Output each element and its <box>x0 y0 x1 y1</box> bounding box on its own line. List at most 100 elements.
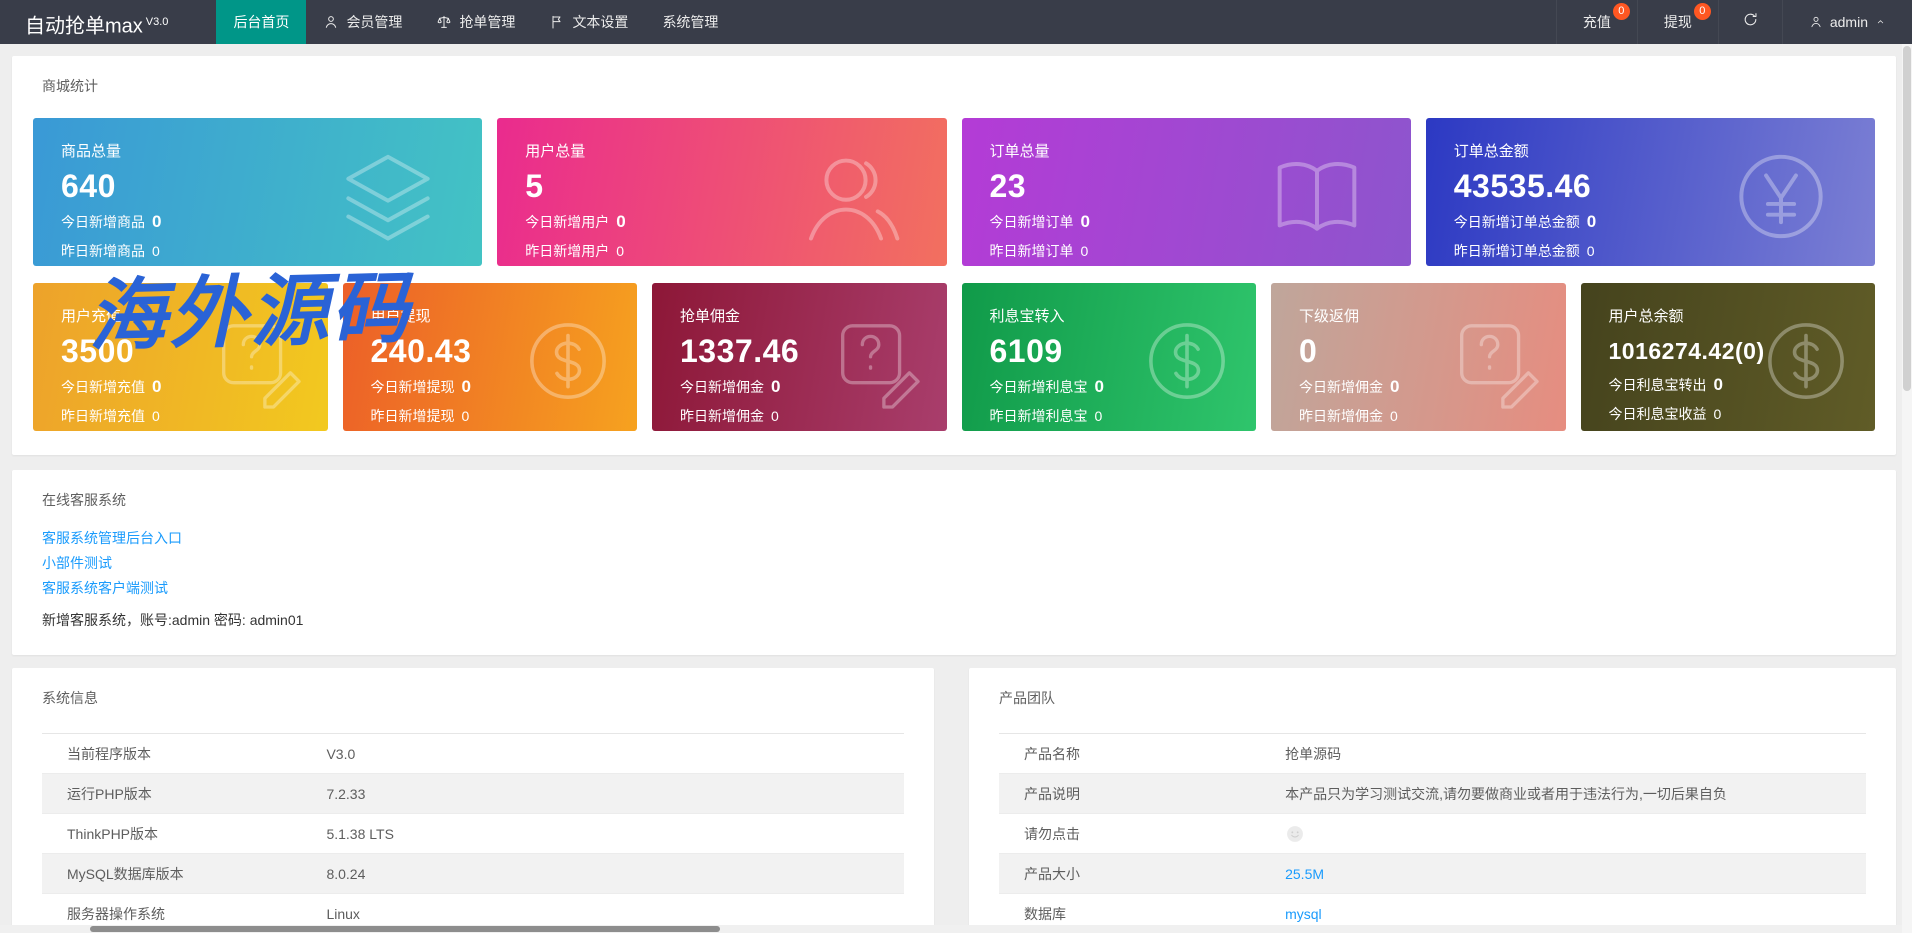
table-row: ThinkPHP版本 5.1.38 LTS <box>42 813 904 854</box>
card-today-label: 今日利息宝转出 <box>1608 377 1707 394</box>
card-yesterday-value: 0 <box>1586 242 1595 259</box>
stat-card: 商品总量 640 今日新增商品 0 昨日新增商品 0 <box>33 118 483 266</box>
nav-item-label: 抢单管理 <box>459 14 516 30</box>
stat-card: 抢单佣金 1337.46 今日新增佣金 0 昨日新增佣金 0 <box>652 283 947 431</box>
nav-menu: 后台首页 会员管理 抢单管理 文本设置 系统管理 <box>216 0 735 44</box>
nav-action-2[interactable]: 提现 0 <box>1636 0 1718 44</box>
table-row: 产品说明 本产品只为学习测试交流,请勿要做商业或者用于违法行为,一切后果自负 <box>999 773 1866 814</box>
card-yesterday-label: 昨日新增用户 <box>525 242 610 259</box>
nav-item-4[interactable]: 文本设置 <box>532 0 645 44</box>
nav-item-1[interactable]: 后台首页 <box>216 0 307 44</box>
card-yesterday-label: 昨日新增订单 <box>989 242 1074 259</box>
stat-card: 订单总金额 43535.46 今日新增订单总金额 0 昨日新增订单总金额 0 <box>1425 118 1875 266</box>
row-label: 运行PHP版本 <box>42 773 327 814</box>
yen-circle-icon <box>1725 140 1837 252</box>
service-note: 新增客服系统，账号:admin 密码: admin01 <box>42 612 304 628</box>
stat-card: 用户充值 3500 今日新增充值 0 昨日新增充值 0 <box>33 283 328 431</box>
users-icon <box>797 140 909 252</box>
row-label: 当前程序版本 <box>42 733 327 774</box>
flag-icon <box>549 14 565 30</box>
service-links: 客服系统管理后台入口 小部件测试 客服系统客户端测试 <box>42 526 1866 601</box>
dollar-circle-icon <box>517 310 619 412</box>
card-yesterday-label: 昨日新增佣金 <box>680 407 764 424</box>
user-icon <box>1809 15 1823 29</box>
app-version: V3.0 <box>145 16 169 28</box>
card-yesterday-label: 昨日新增订单总金额 <box>1453 242 1580 259</box>
card-yesterday-value: 0 <box>1390 407 1398 424</box>
emoji-icon[interactable] <box>1285 824 1305 844</box>
nav-item-5[interactable]: 系统管理 <box>645 0 735 44</box>
card-yesterday-value: 0 <box>152 407 160 424</box>
refresh-button[interactable] <box>1717 0 1782 44</box>
notification-badge: 0 <box>1693 3 1711 20</box>
card-today-label: 今日新增充值 <box>61 378 145 395</box>
row-value-link[interactable]: mysql <box>1285 906 1322 922</box>
nav-action-label: 提现 <box>1663 14 1692 30</box>
dollar-circle-icon <box>1755 310 1857 412</box>
horizontal-scrollbar-thumb[interactable] <box>90 926 720 932</box>
card-today-value: 0 <box>616 211 626 231</box>
nav-actions: 充值 0 提现 0 <box>1555 0 1718 44</box>
stats-panel: 商城统计 商品总量 640 今日新增商品 0 昨日新增商品 0 用户总量 5 今日新增用户 0 昨日… <box>12 56 1896 455</box>
horizontal-scrollbar[interactable] <box>0 925 1902 933</box>
stats-panel-title: 商城统计 <box>42 78 98 94</box>
service-link-3[interactable]: 客服系统客户端测试 <box>42 576 1866 601</box>
card-today-label: 今日新增商品 <box>61 213 145 230</box>
card-yesterday-label: 昨日新增商品 <box>61 242 145 259</box>
card-today-value: 0 <box>1586 211 1597 231</box>
product-team-table: 产品名称 抢单源码 产品说明 本产品只为学习测试交流,请勿要做商业或者用于违法行为,一… <box>999 733 1866 933</box>
nav-item-label: 后台首页 <box>233 14 290 30</box>
card-yesterday-label: 昨日新增充值 <box>61 407 145 424</box>
stat-card: 用户总量 5 今日新增用户 0 昨日新增用户 0 <box>497 118 947 266</box>
cards-row-2: 用户充值 3500 今日新增充值 0 昨日新增充值 0 用户提现 240.43 今日新增提现 0 昨… <box>33 283 1875 431</box>
table-row: 产品名称 抢单源码 <box>999 733 1866 774</box>
cards-row-1: 商品总量 640 今日新增商品 0 昨日新增商品 0 用户总量 5 今日新增用户 0 昨日新增用户 0… <box>33 118 1875 266</box>
row-value-link[interactable]: 25.5M <box>1285 866 1324 882</box>
card-today-value: 0 <box>152 376 162 396</box>
row-value: 5.1.38 LTS <box>326 813 904 854</box>
stat-card: 用户总余额 1016274.42(0) 今日利息宝转出 0 今日利息宝收益 0 <box>1580 283 1875 431</box>
nav-item-2[interactable]: 会员管理 <box>306 0 419 44</box>
nav-item-label: 会员管理 <box>346 14 403 30</box>
order-edit-icon <box>1446 310 1548 412</box>
vertical-scrollbar-thumb[interactable] <box>1903 46 1911 391</box>
nav-item-3[interactable]: 抢单管理 <box>419 0 532 44</box>
card-today-label: 今日新增订单 <box>989 213 1074 230</box>
card-yesterday-value: 0 <box>152 242 160 259</box>
stat-card: 用户提现 240.43 今日新增提现 0 昨日新增提现 0 <box>342 283 637 431</box>
row-value: 7.2.33 <box>326 773 904 814</box>
card-yesterday-value: 0 <box>1094 407 1103 424</box>
card-yesterday-label: 昨日新增提现 <box>370 407 455 424</box>
card-yesterday-label: 昨日新增利息宝 <box>989 407 1088 424</box>
row-value: 8.0.24 <box>326 853 904 894</box>
row-label: MySQL数据库版本 <box>42 853 327 894</box>
card-today-label: 今日新增订单总金额 <box>1453 213 1580 230</box>
row-value: 25.5M <box>1285 853 1866 894</box>
row-label: 产品名称 <box>999 733 1286 774</box>
scales-icon <box>436 14 452 30</box>
row-value: 抢单源码 <box>1285 733 1866 774</box>
dollar-circle-icon <box>1136 310 1238 412</box>
row-label: ThinkPHP版本 <box>42 813 327 854</box>
order-edit-icon <box>208 310 310 412</box>
nav-action-label: 充值 <box>1582 14 1611 30</box>
service-link-2[interactable]: 小部件测试 <box>42 551 1866 576</box>
row-value: V3.0 <box>326 733 904 774</box>
refresh-icon <box>1742 11 1759 33</box>
product-team-panel: 产品团队 产品名称 抢单源码 产品说明 本产品只为学习测试交流,请勿要做商业或者用于违… <box>969 668 1896 933</box>
stat-card: 利息宝转入 6109 今日新增利息宝 0 昨日新增利息宝 0 <box>961 283 1256 431</box>
card-today-label: 今日新增提现 <box>370 378 455 395</box>
system-info-table: 当前程序版本 V3.0 运行PHP版本 7.2.33 ThinkPHP版本 5.1.38 … <box>42 733 904 933</box>
app-logo: 自动抢单max V3.0 <box>0 0 216 44</box>
nav-action-1[interactable]: 充值 0 <box>1555 0 1637 44</box>
user-icon <box>323 14 339 30</box>
notification-badge: 0 <box>1612 3 1630 20</box>
row-value: 本产品只为学习测试交流,请勿要做商业或者用于违法行为,一切后果自负 <box>1285 773 1866 814</box>
book-icon <box>1261 140 1373 252</box>
service-link-1[interactable]: 客服系统管理后台入口 <box>42 526 1866 551</box>
card-today-value: 0 <box>1390 376 1400 396</box>
vertical-scrollbar[interactable] <box>1902 44 1912 933</box>
card-today-value: 0 <box>1080 211 1090 231</box>
user-menu[interactable]: admin <box>1781 0 1912 44</box>
row-label: 请勿点击 <box>999 813 1286 854</box>
